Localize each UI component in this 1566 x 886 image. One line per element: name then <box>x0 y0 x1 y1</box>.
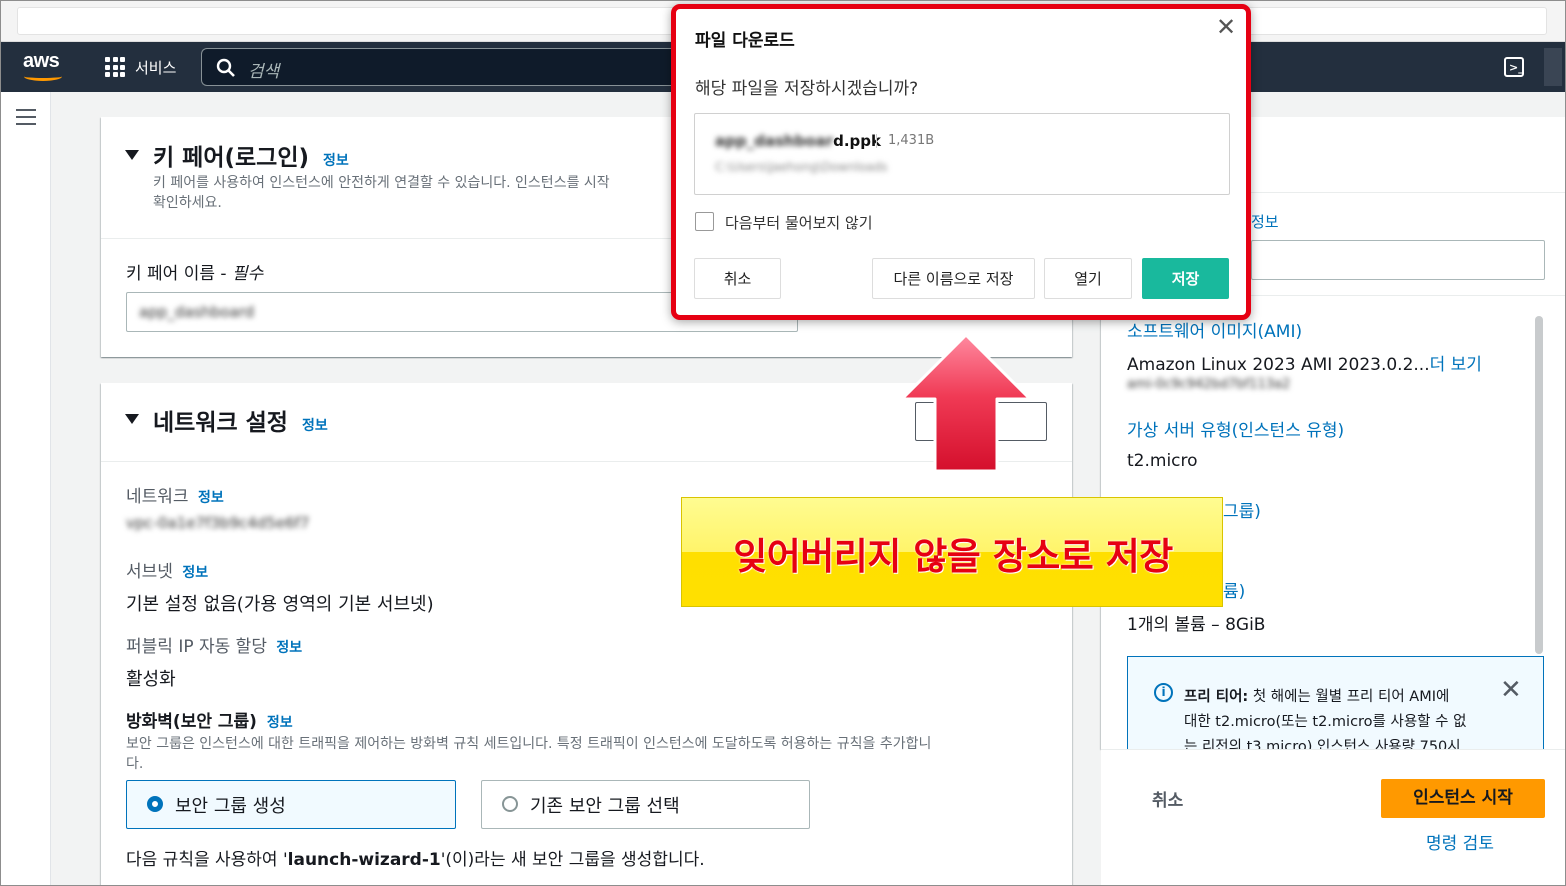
create-security-group-option[interactable]: 보안 그룹 생성 <box>126 780 456 829</box>
key-pair-description: 키 페어를 사용하여 인스턴스에 안전하게 연결할 수 있습니다. 인스턴스를 … <box>153 175 610 211</box>
instance-type-value: t2.micro <box>1127 451 1198 471</box>
collapse-caret-icon[interactable] <box>125 150 139 160</box>
key-pair-name-label: 키 페어 이름 - 필수 <box>126 264 264 284</box>
key-pair-info-link[interactable]: 정보 <box>323 153 349 169</box>
side-navigation-strip <box>1 92 51 885</box>
network-settings-title: 네트워크 설정 정보 <box>153 410 328 436</box>
info-circle-icon: i <box>1154 683 1173 702</box>
cloudshell-icon[interactable]: >_ <box>1504 57 1524 77</box>
firewall-description: 보안 그룹은 인스턴스에 대한 트래픽을 제어하는 방화벽 규칙 세트입니다. … <box>126 736 932 772</box>
search-input[interactable]: 검색 <box>201 48 681 86</box>
file-path: C:\Users\Jaehong\Downloads <box>715 160 888 174</box>
select-existing-security-group-option[interactable]: 기존 보안 그룹 선택 <box>481 780 810 829</box>
search-placeholder: 검색 <box>248 62 280 82</box>
services-grid-icon[interactable] <box>105 57 125 77</box>
key-pair-title: 키 페어(로그인) 정보 <box>153 145 349 171</box>
aws-logo[interactable]: aws <box>23 50 65 82</box>
annotation-callout: 잊어버리지 않을 장소로 저장 <box>681 497 1223 607</box>
window-scrollbar[interactable] <box>1544 48 1562 86</box>
subnet-label: 서브넷 정보 <box>126 562 209 582</box>
aws-smile-icon <box>24 72 62 81</box>
close-icon[interactable]: ✕ <box>1216 13 1236 41</box>
dont-ask-checkbox[interactable] <box>695 212 714 231</box>
network-label: 네트워크 정보 <box>126 487 224 507</box>
subnet-info-link[interactable]: 정보 <box>182 565 208 581</box>
summary-scrollbar[interactable] <box>1535 316 1543 654</box>
more-link[interactable]: 더 보기 <box>1430 355 1482 375</box>
menu-hamburger-icon[interactable] <box>16 109 36 130</box>
file-download-dialog: 파일 다운로드 ✕ 해당 파일을 저장하시겠습니까? app_dashboard… <box>671 4 1251 320</box>
divider <box>876 134 877 148</box>
firewall-label: 방화벽(보안 그룹) 정보 <box>126 712 293 732</box>
ami-id: ami-0c9c942bd7bf113a2 <box>1127 377 1291 392</box>
ami-value: Amazon Linux 2023 AMI 2023.0.2...더 보기 <box>1127 355 1482 375</box>
red-up-arrow-annotation <box>900 333 1032 473</box>
public-ip-label: 퍼블릭 IP 자동 할당 정보 <box>126 637 303 657</box>
radio-selected-icon <box>147 796 163 812</box>
network-info-link[interactable]: 정보 <box>198 490 224 506</box>
screenshot-frame: aws 서비스 검색 >_ 키 페어(로그인) 정보 키 페어를 사용하여 인스… <box>0 0 1566 886</box>
public-ip-info-link[interactable]: 정보 <box>276 640 302 656</box>
select-existing-security-group-label: 기존 보안 그룹 선택 <box>530 796 680 817</box>
radio-unselected-icon <box>502 796 518 812</box>
save-as-button[interactable]: 다른 이름으로 저장 <box>872 258 1035 299</box>
file-size: 1,431B <box>888 133 935 148</box>
firewall-info-link[interactable]: 정보 <box>267 715 293 731</box>
subnet-value: 기본 설정 없음(가용 영역의 기본 서브넷) <box>126 594 434 615</box>
dialog-question: 해당 파일을 저장하시겠습니까? <box>695 79 919 99</box>
close-icon[interactable]: ✕ <box>1500 675 1522 705</box>
instance-count-input[interactable] <box>1251 240 1545 280</box>
summary-info-link[interactable]: 정보 <box>1251 211 1279 232</box>
key-pair-name-value: app_dashboard <box>139 303 255 321</box>
aws-logo-text: aws <box>23 50 60 72</box>
dont-ask-label: 다음부터 물어보지 않기 <box>725 214 873 232</box>
annotation-text: 잊어버리지 않을 장소로 저장 <box>733 535 1173 578</box>
firewall-summary-link[interactable]: 그룹) <box>1223 497 1261 522</box>
services-menu-button[interactable]: 서비스 <box>135 57 176 78</box>
new-security-group-note: 다음 규칙을 사용하여 'launch-wizard-1'(이)라는 새 보안 … <box>126 850 705 870</box>
dialog-cancel-button[interactable]: 취소 <box>694 258 781 299</box>
network-value: vpc-0a1e7f3b9c4d5e6f7 <box>126 514 310 532</box>
create-security-group-label: 보안 그룹 생성 <box>175 796 286 817</box>
review-commands-link[interactable]: 명령 검토 <box>1426 829 1494 854</box>
search-icon <box>216 58 235 77</box>
dialog-title: 파일 다운로드 <box>695 31 795 51</box>
network-info-link[interactable]: 정보 <box>302 418 328 434</box>
open-button[interactable]: 열기 <box>1044 258 1132 299</box>
file-info-box: app_dashboard.ppk 1,431B C:\Users\Jaehon… <box>694 113 1230 195</box>
file-name: app_dashboard.ppk <box>715 132 882 150</box>
ami-link[interactable]: 소프트웨어 이미지(AMI) <box>1127 317 1302 342</box>
public-ip-value: 활성화 <box>126 669 176 690</box>
storage-value: 1개의 볼륨 – 8GiB <box>1127 615 1266 635</box>
instance-type-link[interactable]: 가상 서버 유형(인스턴스 유형) <box>1127 416 1344 441</box>
cancel-link[interactable]: 취소 <box>1152 786 1183 811</box>
collapse-caret-icon[interactable] <box>125 414 139 424</box>
launch-instance-button[interactable]: 인스턴스 시작 <box>1381 779 1545 818</box>
storage-link[interactable]: 륨) <box>1223 577 1245 602</box>
save-button[interactable]: 저장 <box>1142 258 1229 299</box>
